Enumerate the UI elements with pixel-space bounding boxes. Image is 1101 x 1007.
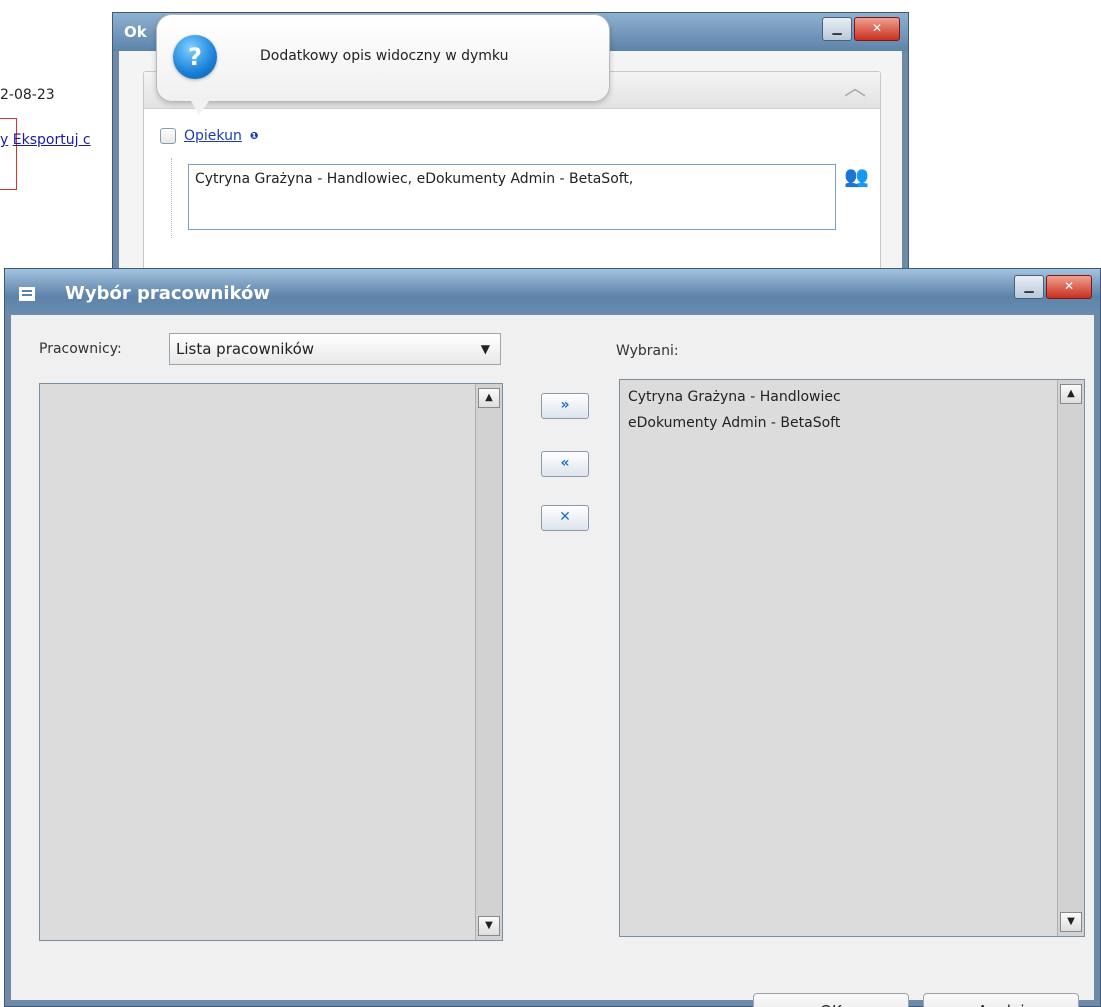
dropdown-arrow-icon: ▼: [480, 342, 490, 356]
scroll-down-button[interactable]: ▼: [478, 916, 500, 936]
scroll-down-button[interactable]: ▼: [1060, 912, 1082, 932]
minimize-button[interactable]: ▁: [822, 17, 852, 41]
info-icon[interactable]: ❶: [250, 131, 258, 142]
remove-all-button[interactable]: «: [541, 451, 589, 477]
dialog-titlebar[interactable]: Wybór pracowników ▁ ✕: [5, 269, 1100, 315]
opiekun-checkbox[interactable]: [160, 128, 176, 144]
list-item[interactable]: Cytryna Grażyna - Handlowiec: [620, 384, 1084, 410]
add-all-icon: »: [560, 397, 570, 413]
background-date: 2-08-23: [0, 87, 55, 103]
clear-button[interactable]: ✕: [541, 505, 589, 531]
back-window-controls: ▁ ✕: [822, 17, 900, 41]
selected-list-scrollbar[interactable]: ▲ ▼: [1057, 380, 1084, 936]
opiekun-label[interactable]: Opiekun: [184, 128, 242, 144]
close-button[interactable]: ✕: [854, 17, 900, 41]
opiekun-row: Opiekun ❶: [160, 128, 258, 144]
selected-items: Cytryna Grażyna - Handlowiec eDokumenty …: [620, 380, 1084, 436]
tree-line: [171, 158, 172, 238]
select-value: Lista pracowników: [176, 340, 315, 358]
available-employees-list[interactable]: ▲ ▼: [39, 383, 503, 941]
window-menu-icon[interactable]: [19, 287, 35, 301]
help-icon: ?: [173, 35, 217, 79]
dialog-close-button[interactable]: ✕: [1046, 275, 1092, 299]
tooltip-tail: [191, 101, 209, 115]
employee-list-select[interactable]: Lista pracowników ▼: [169, 333, 501, 365]
background-links: y Eksportuj c: [0, 132, 91, 148]
cancel-button[interactable]: Anuluj: [923, 993, 1079, 1007]
scroll-up-button[interactable]: ▲: [478, 388, 500, 408]
available-list-scrollbar[interactable]: ▲ ▼: [475, 384, 502, 940]
opiekun-field[interactable]: Cytryna Grażyna - Handlowiec, eDokumenty…: [188, 164, 836, 230]
pracownicy-label: Pracownicy:: [39, 341, 122, 357]
ok-button[interactable]: OK: [753, 993, 909, 1007]
export-link[interactable]: Eksportuj c: [13, 132, 91, 148]
selected-employees-list[interactable]: Cytryna Grażyna - Handlowiec eDokumenty …: [619, 379, 1085, 937]
dialog-body: Pracownicy: Lista pracowników ▼ Wybrani:…: [11, 315, 1094, 1007]
pick-users-icon[interactable]: 👥: [844, 164, 869, 188]
dialog-minimize-button[interactable]: ▁: [1014, 275, 1044, 299]
clear-icon: ✕: [559, 509, 571, 525]
list-item[interactable]: eDokumenty Admin - BetaSoft: [620, 410, 1084, 436]
background-link-1[interactable]: y: [0, 132, 8, 148]
tooltip-text: Dodatkowy opis widoczny w dymku: [260, 48, 509, 64]
collapse-icon[interactable]: ︿: [844, 78, 866, 100]
employee-selection-dialog: Wybór pracowników ▁ ✕ Pracownicy: Lista …: [4, 268, 1101, 1007]
wybrani-label: Wybrani:: [616, 343, 679, 359]
back-window-title: Ok: [124, 23, 147, 41]
screen: 2-08-23 y Eksportuj c Ok ▁ ✕ ︿ Opiekun ❶ …: [0, 0, 1101, 1007]
scroll-up-button[interactable]: ▲: [1060, 384, 1082, 404]
highlight-box: [0, 118, 17, 190]
remove-all-icon: «: [560, 455, 570, 471]
dialog-title: Wybór pracowników: [65, 283, 271, 304]
tooltip-balloon: ? Dodatkowy opis widoczny w dymku: [156, 14, 610, 115]
add-all-button[interactable]: »: [541, 393, 589, 419]
dialog-window-controls: ▁ ✕: [1014, 275, 1092, 299]
